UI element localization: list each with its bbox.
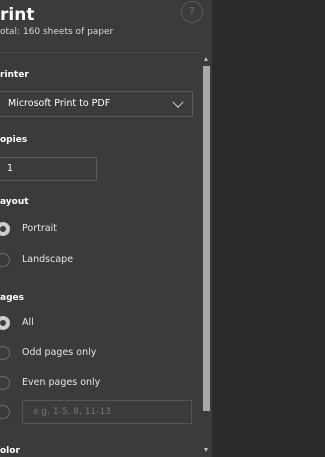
sheet-count-text: otal: 160 sheets of paper	[0, 27, 114, 37]
scrollbar-thumb[interactable]	[203, 66, 210, 411]
even-pages-label: Even pages only	[22, 377, 101, 388]
radio-all-pages[interactable]	[0, 316, 10, 330]
radio-even-pages[interactable]	[0, 376, 10, 390]
printer-select[interactable]: Microsoft Print to PDF	[0, 91, 193, 117]
dialog-title: rint	[0, 5, 35, 25]
radio-landscape[interactable]	[0, 253, 10, 267]
odd-pages-label: Odd pages only	[22, 347, 97, 358]
printer-label: rinter	[0, 70, 29, 80]
all-pages-label: All	[22, 317, 34, 328]
landscape-label: Landscape	[22, 254, 74, 265]
radio-portrait[interactable]	[0, 222, 10, 236]
print-preview-area	[212, 0, 325, 457]
radio-odd-pages[interactable]	[0, 346, 10, 360]
page-range-input[interactable]: e.g. 1-5, 8, 11-13	[22, 400, 192, 424]
print-dialog: rint otal: 160 sheets of paper ? rinter …	[0, 0, 325, 457]
scroll-down-icon[interactable]	[204, 448, 208, 452]
chevron-down-icon	[172, 96, 184, 108]
help-icon[interactable]: ?	[181, 1, 203, 23]
color-label: olor	[0, 446, 20, 456]
header-divider	[0, 52, 200, 53]
radio-custom-range[interactable]	[0, 405, 10, 419]
layout-label: ayout	[0, 197, 29, 207]
settings-scrollbar[interactable]	[201, 54, 212, 457]
print-settings-panel: rint otal: 160 sheets of paper ? rinter …	[0, 0, 212, 457]
scroll-up-icon[interactable]	[204, 57, 208, 61]
copies-input[interactable]: 1	[0, 157, 97, 181]
printer-select-value: Microsoft Print to PDF	[8, 98, 111, 109]
portrait-label: Portrait	[22, 223, 57, 234]
copies-label: opies	[0, 135, 28, 145]
pages-label: ages	[0, 293, 24, 303]
